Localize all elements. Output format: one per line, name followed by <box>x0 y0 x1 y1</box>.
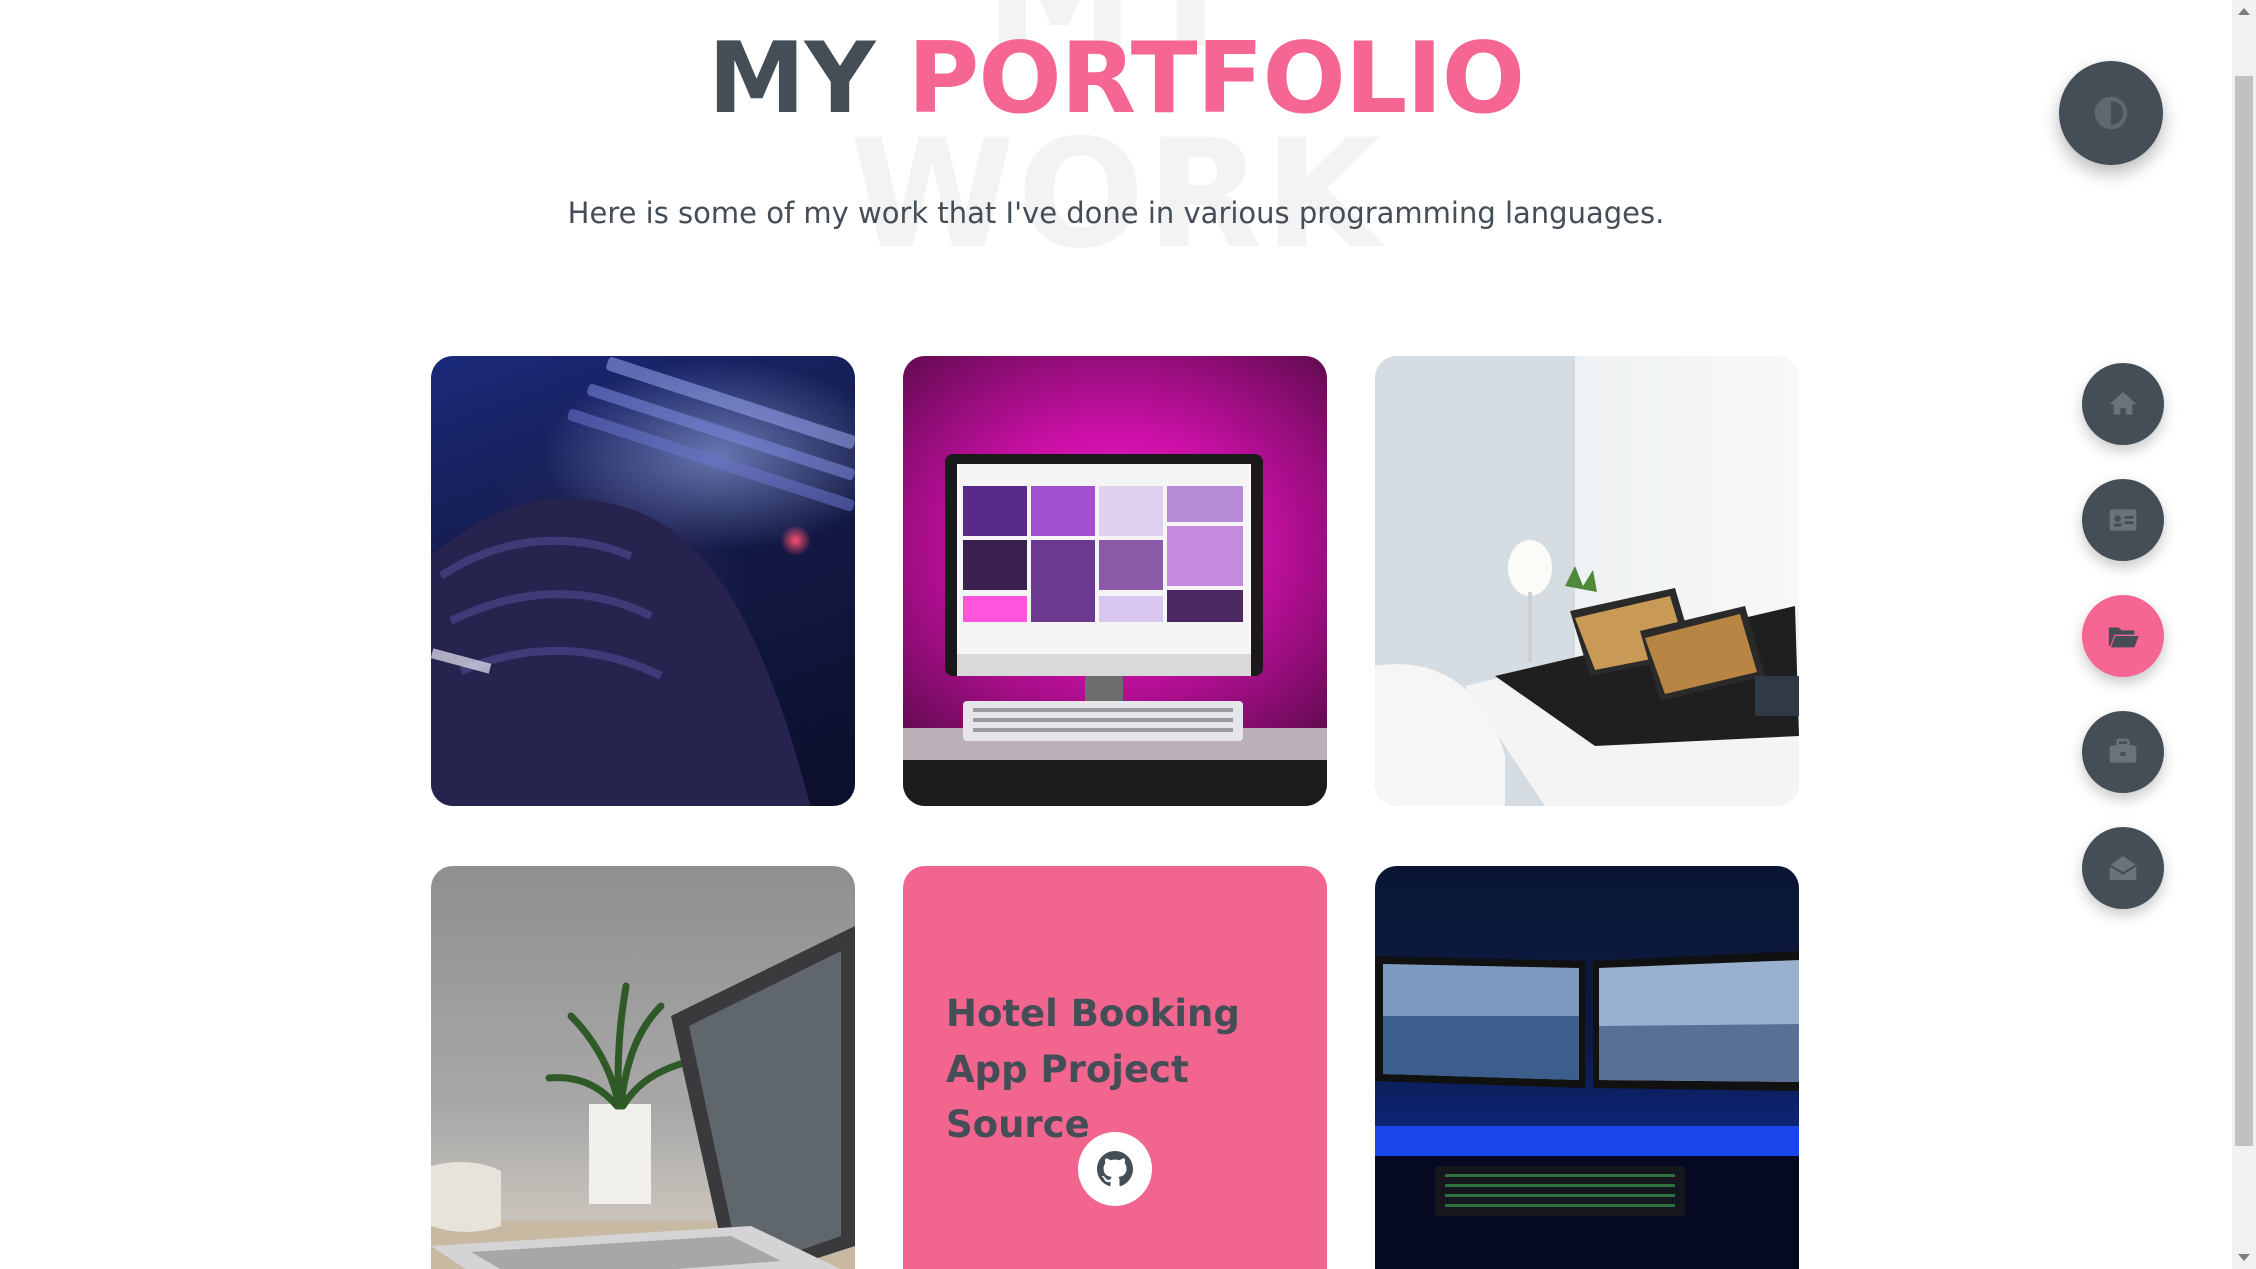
portfolio-item-laptop-plant[interactable] <box>431 866 855 1269</box>
portfolio-item-magenta-desk[interactable] <box>903 356 1327 806</box>
folder-open-icon <box>2108 627 2139 648</box>
page-title-primary: MY <box>707 22 875 136</box>
white-desk-laptops-photo <box>1375 356 1799 806</box>
page-scrollbar[interactable] <box>2232 0 2256 1269</box>
github-link-button[interactable] <box>1078 1132 1152 1206</box>
heading-watermark-bottom: WORK <box>849 108 1383 282</box>
nav-portfolio-button[interactable] <box>2082 595 2164 677</box>
scroll-up-arrow-icon[interactable] <box>2238 8 2250 15</box>
portfolio-item-hand-keyboard[interactable] <box>431 356 855 806</box>
home-icon <box>2109 392 2137 415</box>
nav-contact-button[interactable] <box>2082 827 2164 909</box>
nav-work-button[interactable] <box>2082 711 2164 793</box>
hand-on-keyboard-photo <box>431 357 855 806</box>
portfolio-item-white-desk[interactable] <box>1375 356 1799 806</box>
briefcase-icon <box>2109 738 2137 763</box>
laptop-and-plant-photo <box>431 926 855 1269</box>
github-icon <box>1097 1151 1133 1187</box>
page-subtitle: Here is some of my work that I've done i… <box>567 196 1665 230</box>
page-title-accent: PORTFOLIO <box>907 22 1526 136</box>
nav-home-button[interactable] <box>2082 363 2164 445</box>
portfolio-item-hotel-booking[interactable]: Hotel Booking App Project Source <box>903 866 1327 1269</box>
nav-about-button[interactable] <box>2082 479 2164 561</box>
portfolio-item-dual-monitor[interactable] <box>1375 866 1799 1269</box>
portfolio-grid: Hotel Booking App Project Source <box>431 356 1823 1269</box>
side-navigation <box>2082 363 2164 943</box>
scroll-down-arrow-icon[interactable] <box>2238 1254 2250 1261</box>
id-card-icon <box>2109 509 2137 531</box>
page-title: MY PORTFOLIO <box>0 25 2232 134</box>
envelope-open-icon <box>2109 856 2137 880</box>
magenta-desk-imac-photo <box>903 454 1327 806</box>
scrollbar-thumb[interactable] <box>2235 76 2253 1146</box>
dual-monitor-setup-photo <box>1375 951 1799 1269</box>
project-title: Hotel Booking App Project Source <box>946 992 1240 1146</box>
portfolio-page: MY WORK MY PORTFOLIO Here is some of my … <box>0 0 2256 1269</box>
